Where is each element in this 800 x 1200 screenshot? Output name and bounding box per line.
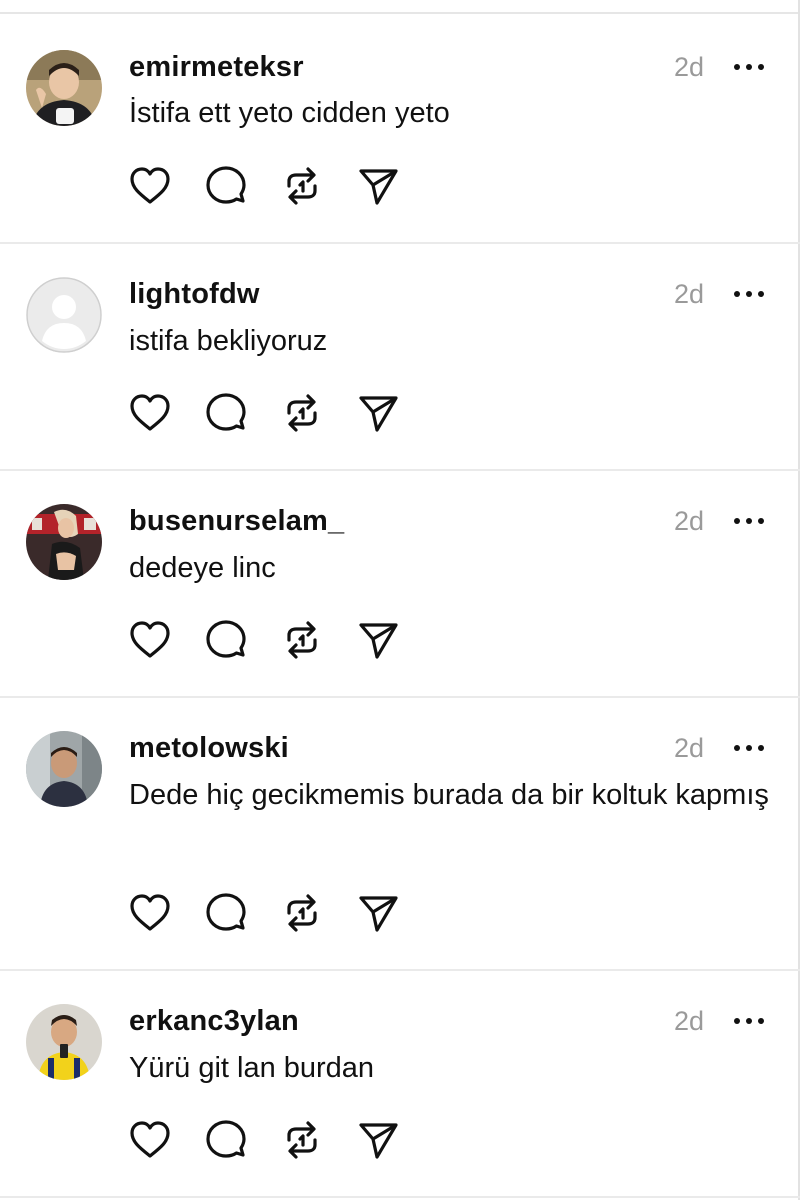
more-icon[interactable] [734,288,766,300]
heart-icon[interactable] [128,891,172,935]
post-actions [126,391,426,435]
thread-post: busenurselam_ 2d dedeye linc [0,471,800,698]
heart-icon[interactable] [128,391,172,435]
avatar[interactable] [26,1004,102,1080]
comment-icon[interactable] [204,164,248,208]
username[interactable]: metolowski [129,731,289,765]
send-icon[interactable] [356,891,400,935]
thread-post: emirmeteksr 2d İstifa ett yeto cidden ye… [0,16,800,244]
repost-icon[interactable] [280,391,324,435]
post-text: Dede hiç gecikmemis burada da bir koltuk… [129,779,769,811]
more-icon[interactable] [734,1015,766,1027]
post-text: Yürü git lan burdan [129,1052,375,1084]
post-actions [126,891,426,935]
post-text: istifa bekliyoruz [129,325,328,357]
avatar[interactable] [26,277,102,353]
thread-post: metolowski 2d Dede hiç gecikmemis burada… [0,698,800,971]
repost-icon[interactable] [280,891,324,935]
thread-post: erkanc3ylan 2d Yürü git lan burdan [0,971,800,1198]
repost-icon[interactable] [280,164,324,208]
comment-icon[interactable] [204,618,248,662]
timestamp: 2d [673,52,704,82]
heart-icon[interactable] [128,618,172,662]
post-actions [126,164,426,208]
repost-icon[interactable] [280,1118,324,1162]
post-actions [126,618,426,662]
username[interactable]: emirmeteksr [129,50,304,84]
username[interactable]: erkanc3ylan [129,1004,299,1038]
post-text: dedeye linc [129,552,276,584]
heart-icon[interactable] [128,164,172,208]
send-icon[interactable] [356,391,400,435]
avatar[interactable] [26,731,102,807]
timestamp: 2d [673,279,704,309]
send-icon[interactable] [356,1118,400,1162]
top-divider [0,0,800,14]
post-text: İstifa ett yeto cidden yeto [129,97,450,129]
send-icon[interactable] [356,618,400,662]
heart-icon[interactable] [128,1118,172,1162]
send-icon[interactable] [356,164,400,208]
timestamp: 2d [673,733,704,763]
repost-icon[interactable] [280,618,324,662]
comment-icon[interactable] [204,891,248,935]
avatar[interactable] [26,50,102,126]
username[interactable]: busenurselam_ [129,504,344,538]
comment-icon[interactable] [204,391,248,435]
more-icon[interactable] [734,61,766,73]
avatar[interactable] [26,504,102,580]
username[interactable]: lightofdw [129,277,260,311]
post-actions [126,1118,426,1162]
timestamp: 2d [673,1006,704,1036]
more-icon[interactable] [734,742,766,754]
more-icon[interactable] [734,515,766,527]
comment-icon[interactable] [204,1118,248,1162]
timestamp: 2d [673,506,704,536]
thread-post: lightofdw 2d istifa bekliyoruz [0,244,800,471]
